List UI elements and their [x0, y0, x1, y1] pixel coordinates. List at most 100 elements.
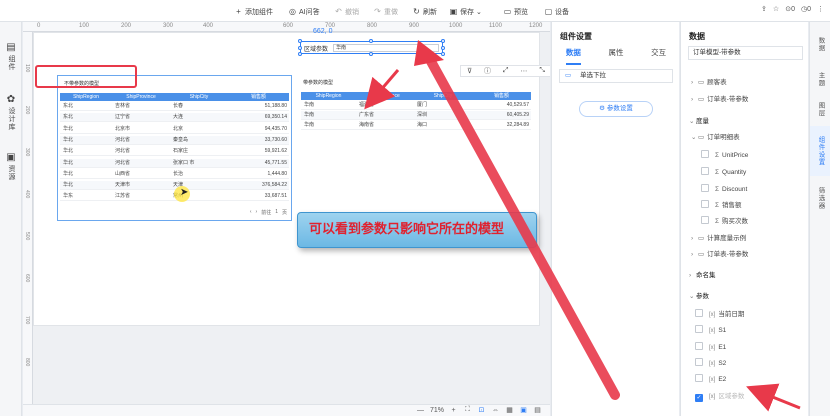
dropdown-select[interactable]: 华南 — [333, 44, 439, 52]
tree-group[interactable]: ⌄ 参数 — [689, 292, 709, 302]
checkbox[interactable] — [701, 150, 709, 158]
resize-handle[interactable] — [298, 39, 302, 43]
prev-page-icon[interactable]: ‹ — [250, 209, 252, 216]
refresh-button[interactable]: ↻ 刷新 — [412, 6, 437, 17]
design-canvas[interactable]: 0 100 200 300 400 600 700 800 900 1000 1… — [23, 22, 550, 404]
table-row[interactable]: 华南 海南省 海口 32,284.89 — [301, 121, 531, 130]
info-icon[interactable]: ⓘ — [484, 66, 491, 76]
tab-layers[interactable]: 图层 — [810, 94, 830, 124]
tab-theme[interactable]: 主题 — [810, 64, 830, 94]
param-item[interactable]: [x] S1 — [695, 325, 726, 335]
filter-icon[interactable]: ⊽ — [467, 67, 472, 75]
table-row[interactable]: 华北 河北省 石家庄 59,921.62 — [60, 147, 289, 157]
column-header[interactable]: ShipRegion — [60, 93, 112, 101]
table-row[interactable]: 华北 北京市 北京 94,435.70 — [60, 125, 289, 134]
param-settings-button[interactable]: ⚙ 参数设置 — [579, 101, 653, 117]
redo-button[interactable]: ↷ 重做 — [373, 6, 398, 17]
resize-handle[interactable] — [369, 39, 373, 43]
fullscreen-icon[interactable]: ⤡ — [539, 67, 545, 75]
tab-filters[interactable]: 筛选器 — [810, 178, 830, 218]
ai-qa-button[interactable]: ◎ AI问答 — [288, 6, 320, 17]
notification-button[interactable]: ⊙0 — [785, 5, 795, 13]
table-row[interactable]: 华南 广东省 深圳 60,405.29 — [301, 111, 531, 120]
param-item[interactable]: [x] 当前日期 — [695, 309, 744, 319]
param-item[interactable]: [x] S2 — [695, 358, 726, 368]
table-row[interactable]: 华南 福建省 厦门 40,529.57 — [301, 101, 531, 110]
param-item-selected[interactable]: ✓ [x] 区域参数 — [695, 392, 744, 402]
resize-handle[interactable] — [441, 46, 445, 50]
resize-handle[interactable] — [369, 52, 373, 56]
measure-item[interactable]: Σ Quantity — [701, 167, 746, 177]
measure-item[interactable]: Σ 销售额 — [701, 200, 742, 210]
star-icon[interactable]: ☆ — [773, 5, 779, 13]
resize-handle[interactable] — [441, 39, 445, 43]
expand-icon[interactable]: ⤢ — [503, 67, 509, 75]
tree-folder[interactable]: › ▭ 顾客表 — [691, 78, 727, 88]
param-item[interactable]: [x] E1 — [695, 342, 726, 352]
tree-folder[interactable]: ⌄ ▭ 订单明细表 — [691, 133, 740, 143]
checkbox-checked[interactable]: ✓ — [695, 394, 703, 402]
device-button[interactable]: ▢ 设备 — [544, 6, 569, 17]
checkbox[interactable] — [701, 216, 709, 224]
checkbox[interactable] — [701, 184, 709, 192]
checkbox[interactable] — [695, 374, 703, 382]
column-header[interactable]: 销售额 — [472, 92, 531, 100]
rail-components[interactable]: ▤ 组件 — [0, 42, 22, 71]
fit-icon[interactable]: ⛶ — [463, 406, 472, 414]
table-row[interactable]: 东北 辽宁省 大连 69,350.14 — [60, 113, 289, 123]
component-type-field[interactable]: ▭ 单选下拉 — [559, 69, 673, 83]
rail-resources[interactable]: ▣ 资源 — [0, 152, 22, 181]
preview-button[interactable]: ▭ 预览 — [503, 6, 528, 17]
checkbox[interactable] — [695, 358, 703, 366]
column-header[interactable]: ShipRegion — [301, 92, 356, 100]
tree-folder[interactable]: › ▭ 计算度量示例 — [691, 234, 746, 244]
column-header[interactable]: ShipProvince — [356, 92, 414, 100]
model-selector[interactable]: 订单模型-带参数 — [688, 46, 803, 60]
share-icon[interactable]: ⇪ — [761, 5, 767, 13]
add-component-button[interactable]: + 添加组件 — [234, 6, 273, 17]
table-with-param[interactable]: 带参数的模型 ShipRegion ShipProvince ShipCity … — [299, 75, 533, 135]
grid-view-icon[interactable]: ▦ — [505, 406, 514, 414]
checkbox[interactable] — [695, 309, 703, 317]
resize-handle[interactable] — [298, 46, 302, 50]
checkbox[interactable] — [701, 167, 709, 175]
more-icon[interactable]: ⋮ — [817, 5, 824, 13]
tree-group[interactable]: ⌄ 度量 — [689, 117, 709, 127]
resize-handle[interactable] — [441, 52, 445, 56]
column-header[interactable]: 销售额 — [228, 93, 289, 101]
tab-data[interactable]: 数据 — [565, 47, 581, 65]
measure-item[interactable]: Σ 购买次数 — [701, 216, 748, 226]
layout-icon[interactable]: ▣ — [519, 406, 528, 414]
column-header[interactable]: ShipCity — [414, 92, 472, 100]
zoom-out-button[interactable]: — — [416, 407, 425, 414]
user-button[interactable]: ◷0 — [801, 5, 811, 13]
zoom-level[interactable]: 71% — [430, 407, 444, 414]
tree-group[interactable]: › 命名集 — [689, 271, 716, 281]
more-icon[interactable]: ⋯ — [520, 67, 527, 75]
table-row[interactable]: 东北 吉林省 长春 51,188.80 — [60, 102, 289, 111]
tree-folder[interactable]: › ▭ 订单表-带参数 — [691, 95, 748, 105]
tab-component-settings[interactable]: 组件设置 — [810, 126, 830, 176]
tab-properties[interactable]: 属性 — [608, 47, 623, 61]
measure-item[interactable]: Σ Discount — [701, 184, 747, 194]
undo-button[interactable]: ↶ 撤销 — [334, 6, 359, 17]
checkbox[interactable] — [695, 342, 703, 350]
rail-design-library[interactable]: ✿ 设计库 — [0, 94, 22, 131]
fit-width-icon[interactable]: ⇔ — [491, 407, 500, 414]
resize-handle[interactable] — [298, 52, 302, 56]
page-input[interactable]: 1 — [275, 209, 278, 216]
table-without-param[interactable]: 不带参数的模型 ShipRegion ShipProvince ShipCity… — [57, 75, 292, 221]
checkbox[interactable] — [701, 200, 709, 208]
next-page-icon[interactable]: › — [256, 209, 258, 216]
save-button[interactable]: ▣ 保存 ⌄ — [449, 6, 482, 17]
param-item[interactable]: [x] E2 — [695, 374, 726, 384]
tree-folder[interactable]: › ▭ 订单表-带参数 — [691, 250, 748, 260]
table-row[interactable]: 华北 河北省 秦皇岛 33,730.60 — [60, 135, 289, 145]
fit-page-icon[interactable]: ⊡ — [477, 406, 486, 414]
tab-interaction[interactable]: 交互 — [651, 47, 666, 61]
column-header[interactable]: ShipProvince — [112, 93, 170, 101]
table-row[interactable]: 华北 山西省 长治 1,444.80 — [60, 170, 289, 179]
checkbox[interactable] — [695, 325, 703, 333]
tab-data[interactable]: 数据 — [810, 28, 830, 60]
measure-item[interactable]: Σ UnitPrice — [701, 150, 748, 160]
